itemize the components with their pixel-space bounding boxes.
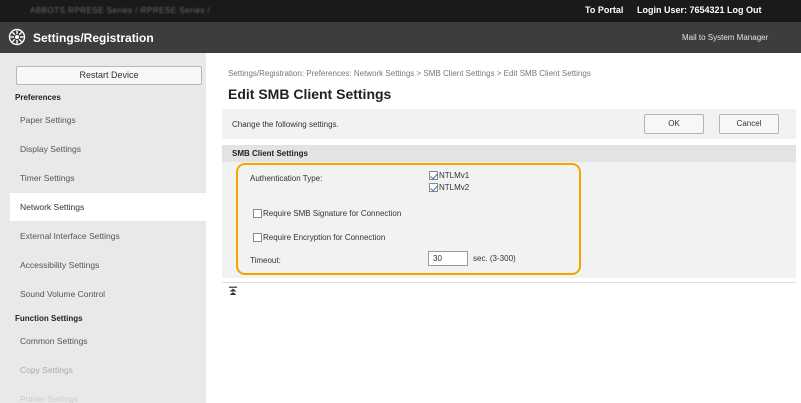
sidebar: Restart Device Preferences Paper Setting… — [0, 53, 206, 403]
sidebar-heading-function-settings: Function Settings — [15, 314, 83, 323]
sidebar-item-paper-settings[interactable]: Paper Settings — [10, 106, 206, 134]
login-user-logout[interactable]: Login User: 7654321 Log Out — [637, 5, 762, 15]
top-bar: ABBOTS RPRESE Series / RPRESE Series / T… — [0, 0, 801, 22]
sidebar-item-common-settings[interactable]: Common Settings — [10, 327, 206, 355]
sidebar-item-display-settings[interactable]: Display Settings — [10, 135, 206, 163]
sidebar-item-printer-settings[interactable]: Printer Settings — [10, 385, 206, 403]
restart-device-button[interactable]: Restart Device — [16, 66, 202, 85]
page-header-title: Settings/Registration — [33, 31, 154, 45]
section-header: SMB Client Settings — [222, 145, 796, 162]
divider — [222, 282, 796, 283]
sidebar-heading-preferences: Preferences — [15, 93, 61, 102]
instruction-text: Change the following settings. — [232, 120, 339, 129]
cancel-button[interactable]: Cancel — [719, 114, 779, 134]
page-title: Edit SMB Client Settings — [228, 86, 392, 102]
title-bar: Settings/Registration Mail to System Man… — [0, 22, 801, 53]
breadcrumb: Settings/Registration: Preferences: Netw… — [228, 69, 591, 78]
sidebar-item-external-interface-settings[interactable]: External Interface Settings — [10, 222, 206, 250]
sidebar-item-sound-volume-control[interactable]: Sound Volume Control — [10, 280, 206, 308]
sidebar-item-network-settings[interactable]: Network Settings — [10, 193, 206, 221]
to-portal-link[interactable]: To Portal — [585, 5, 623, 15]
settings-gear-icon — [8, 28, 26, 46]
highlight-frame — [236, 163, 581, 275]
sidebar-item-timer-settings[interactable]: Timer Settings — [10, 164, 206, 192]
action-toolbar: Change the following settings. OK Cancel — [222, 109, 796, 139]
ok-button[interactable]: OK — [644, 114, 704, 134]
sidebar-item-copy-settings[interactable]: Copy Settings — [10, 356, 206, 384]
device-model-text: ABBOTS RPRESE Series / RPRESE Series / — [30, 6, 211, 15]
section-title: SMB Client Settings — [232, 149, 309, 158]
back-to-top-icon[interactable] — [228, 286, 238, 296]
main-content: Settings/Registration: Preferences: Netw… — [206, 53, 801, 403]
mail-system-manager-link[interactable]: Mail to System Manager — [682, 33, 768, 42]
sidebar-item-accessibility-settings[interactable]: Accessibility Settings — [10, 251, 206, 279]
